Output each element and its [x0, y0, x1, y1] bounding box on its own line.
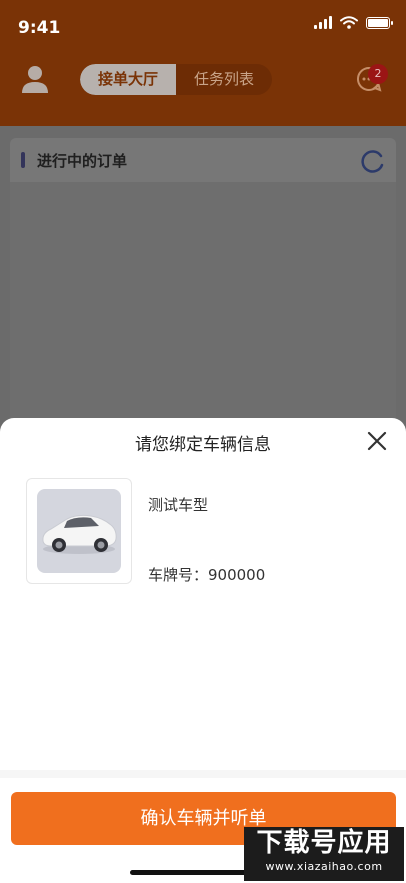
vehicle-thumbnail	[26, 478, 132, 584]
refresh-icon[interactable]	[360, 148, 386, 174]
watermark: 下载号应用 www.xiazaihao.com	[244, 827, 404, 881]
watermark-url: www.xiazaihao.com	[265, 860, 383, 873]
vehicle-plate: 车牌号：900000	[148, 566, 266, 584]
message-badge: 2	[368, 64, 388, 84]
watermark-main: 下载号应用	[256, 828, 392, 858]
bind-vehicle-sheet: 请您绑定车辆信息 测试车型 车牌号：900000 确认车辆并听单	[0, 418, 406, 883]
orders-card-header: 进行中的订单	[10, 138, 396, 182]
status-icons	[314, 16, 393, 29]
signal-icon	[314, 16, 332, 29]
top-nav: 接单大厅 任务列表 2	[0, 50, 406, 126]
status-time: 9:41	[18, 18, 61, 38]
vehicle-image	[37, 489, 121, 573]
battery-icon	[366, 16, 393, 29]
tab-order-hall[interactable]: 接单大厅	[80, 64, 177, 95]
tab-task-list[interactable]: 任务列表	[176, 64, 272, 95]
order-tab-switcher: 接单大厅 任务列表	[80, 64, 273, 95]
car-icon	[42, 514, 117, 554]
orders-card-body	[10, 182, 396, 432]
wifi-icon	[340, 16, 358, 29]
user-avatar-icon[interactable]	[20, 64, 50, 94]
sheet-title: 请您绑定车辆信息	[135, 435, 271, 455]
close-icon[interactable]	[366, 430, 388, 452]
divider	[0, 770, 406, 778]
orders-section-title: 进行中的订单	[37, 152, 128, 170]
section-marker	[21, 152, 25, 168]
status-bar: 9:41	[0, 0, 406, 50]
vehicle-model-name: 测试车型	[148, 496, 209, 514]
